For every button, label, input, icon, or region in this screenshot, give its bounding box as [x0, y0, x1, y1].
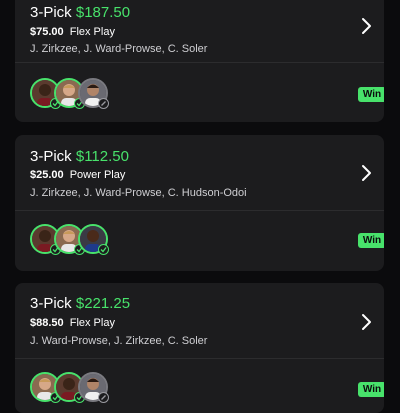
chevron-right-icon[interactable] [359, 164, 373, 182]
card-divider [15, 210, 384, 211]
win-badge: Win [358, 233, 384, 248]
player-names: J. Zirkzee, J. Ward-Prowse, C. Soler [30, 43, 208, 55]
chevron-right-icon[interactable] [359, 313, 373, 331]
player-names: J. Zirkzee, J. Ward-Prowse, C. Hudson-Od… [30, 187, 247, 199]
player-avatar [78, 224, 109, 255]
entry-stake: $88.50 Flex Play [30, 317, 115, 329]
entry-card-header[interactable]: 3-Pick $112.50 $25.00 Power Play J. Zirk… [15, 135, 384, 215]
slash-icon [98, 392, 109, 403]
entry-card[interactable]: 3-Pick $187.50 $75.00 Flex Play J. Zirkz… [15, 0, 384, 122]
stake-amount: $88.50 [30, 317, 64, 329]
payout-amount: $112.50 [75, 148, 129, 165]
card-divider [15, 62, 384, 63]
pick-label: 3-Pick [30, 295, 72, 312]
play-type: Flex Play [69, 26, 115, 38]
slash-icon [98, 98, 109, 109]
entry-card[interactable]: 3-Pick $221.25 $88.50 Flex Play J. Ward-… [15, 283, 384, 413]
stake-amount: $25.00 [30, 169, 64, 181]
play-type: Power Play [69, 169, 126, 181]
player-avatars [30, 78, 150, 112]
player-avatar [78, 78, 109, 109]
player-avatars [30, 372, 150, 406]
stake-amount: $75.00 [30, 26, 64, 38]
entry-card[interactable]: 3-Pick $112.50 $25.00 Power Play J. Zirk… [15, 135, 384, 271]
entry-title: 3-Pick $187.50 [30, 4, 130, 21]
payout-amount: $187.50 [75, 4, 131, 21]
entry-card-header[interactable]: 3-Pick $187.50 $75.00 Flex Play J. Zirkz… [15, 0, 384, 62]
entry-title: 3-Pick $221.25 [30, 295, 130, 312]
chevron-right-icon[interactable] [359, 17, 373, 35]
play-type: Flex Play [69, 317, 115, 329]
entry-title: 3-Pick $112.50 [30, 148, 129, 165]
player-avatar [78, 372, 109, 403]
player-names: J. Ward-Prowse, J. Zirkzee, C. Soler [30, 335, 208, 347]
entry-card-header[interactable]: 3-Pick $221.25 $88.50 Flex Play J. Ward-… [15, 283, 384, 363]
pick-label: 3-Pick [30, 148, 72, 165]
check-icon [98, 244, 109, 255]
win-badge: Win [358, 87, 384, 102]
card-divider [15, 358, 384, 359]
pick-label: 3-Pick [30, 4, 72, 21]
entry-stake: $75.00 Flex Play [30, 26, 115, 38]
entry-stake: $25.00 Power Play [30, 169, 125, 181]
player-avatars [30, 224, 150, 258]
win-badge: Win [358, 382, 384, 397]
payout-amount: $221.25 [75, 295, 131, 312]
